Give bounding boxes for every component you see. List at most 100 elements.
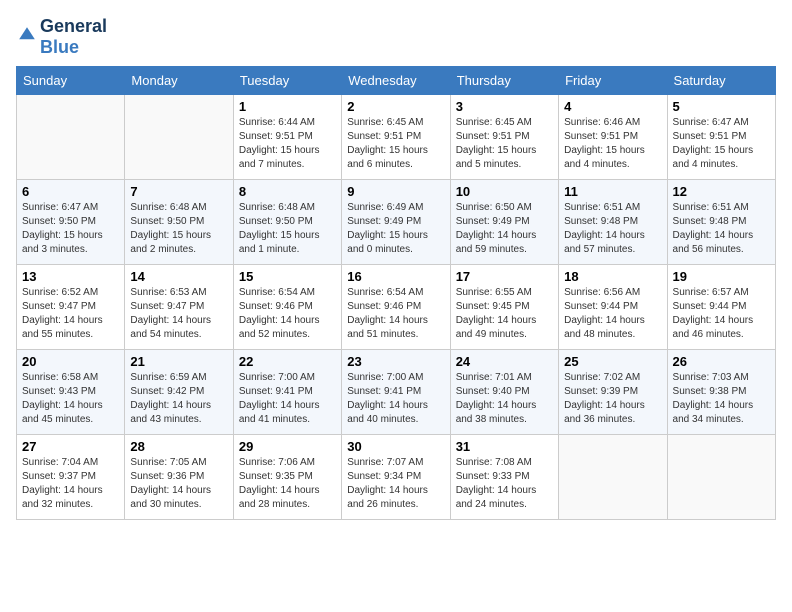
day-detail: Sunrise: 7:00 AM Sunset: 9:41 PM Dayligh…	[347, 371, 444, 427]
day-number: 17	[456, 269, 553, 284]
day-detail: Sunrise: 7:01 AM Sunset: 9:40 PM Dayligh…	[456, 371, 553, 427]
calendar-cell: 4 Sunrise: 6:46 AM Sunset: 9:51 PM Daylig…	[559, 95, 667, 180]
col-header-friday: Friday	[559, 67, 667, 95]
logo-line1: General	[40, 16, 107, 37]
calendar-week-1: 1 Sunrise: 6:44 AM Sunset: 9:51 PM Daylig…	[17, 95, 776, 180]
day-detail: Sunrise: 7:00 AM Sunset: 9:41 PM Dayligh…	[239, 371, 336, 427]
day-detail: Sunrise: 6:57 AM Sunset: 9:44 PM Dayligh…	[673, 286, 770, 342]
day-detail: Sunrise: 7:08 AM Sunset: 9:33 PM Dayligh…	[456, 456, 553, 512]
day-detail: Sunrise: 6:50 AM Sunset: 9:49 PM Dayligh…	[456, 201, 553, 257]
calendar-cell: 7 Sunrise: 6:48 AM Sunset: 9:50 PM Daylig…	[125, 180, 233, 265]
calendar-cell	[125, 95, 233, 180]
col-header-wednesday: Wednesday	[342, 67, 450, 95]
day-detail: Sunrise: 6:48 AM Sunset: 9:50 PM Dayligh…	[130, 201, 227, 257]
calendar-cell: 13 Sunrise: 6:52 AM Sunset: 9:47 PM Dayli…	[17, 265, 125, 350]
day-number: 29	[239, 439, 336, 454]
day-detail: Sunrise: 7:07 AM Sunset: 9:34 PM Dayligh…	[347, 456, 444, 512]
logo-line2: Blue	[40, 37, 107, 58]
day-detail: Sunrise: 6:56 AM Sunset: 9:44 PM Dayligh…	[564, 286, 661, 342]
calendar-week-3: 13 Sunrise: 6:52 AM Sunset: 9:47 PM Dayli…	[17, 265, 776, 350]
calendar-table: SundayMondayTuesdayWednesdayThursdayFrid…	[16, 66, 776, 520]
calendar-cell: 31 Sunrise: 7:08 AM Sunset: 9:33 PM Dayli…	[450, 435, 558, 520]
calendar-cell: 29 Sunrise: 7:06 AM Sunset: 9:35 PM Dayli…	[233, 435, 341, 520]
calendar-cell: 22Sunrise: 7:00 AM Sunset: 9:41 PM Dayli…	[233, 350, 341, 435]
day-number: 28	[130, 439, 227, 454]
calendar-cell: 21Sunrise: 6:59 AM Sunset: 9:42 PM Dayli…	[125, 350, 233, 435]
calendar-cell: 9 Sunrise: 6:49 AM Sunset: 9:49 PM Daylig…	[342, 180, 450, 265]
day-number: 23	[347, 354, 444, 369]
calendar-cell: 26Sunrise: 7:03 AM Sunset: 9:38 PM Dayli…	[667, 350, 775, 435]
day-detail: Sunrise: 7:06 AM Sunset: 9:35 PM Dayligh…	[239, 456, 336, 512]
col-header-thursday: Thursday	[450, 67, 558, 95]
day-detail: Sunrise: 7:05 AM Sunset: 9:36 PM Dayligh…	[130, 456, 227, 512]
calendar-cell	[17, 95, 125, 180]
day-detail: Sunrise: 6:47 AM Sunset: 9:50 PM Dayligh…	[22, 201, 119, 257]
calendar-week-5: 27 Sunrise: 7:04 AM Sunset: 9:37 PM Dayli…	[17, 435, 776, 520]
calendar-cell: 15Sunrise: 6:54 AM Sunset: 9:46 PM Dayli…	[233, 265, 341, 350]
day-number: 4	[564, 99, 661, 114]
day-number: 26	[673, 354, 770, 369]
calendar-cell: 25 Sunrise: 7:02 AM Sunset: 9:39 PM Dayli…	[559, 350, 667, 435]
day-detail: Sunrise: 6:49 AM Sunset: 9:49 PM Dayligh…	[347, 201, 444, 257]
day-number: 9	[347, 184, 444, 199]
day-number: 25	[564, 354, 661, 369]
day-number: 2	[347, 99, 444, 114]
day-detail: Sunrise: 6:45 AM Sunset: 9:51 PM Dayligh…	[456, 116, 553, 172]
day-number: 8	[239, 184, 336, 199]
day-detail: Sunrise: 7:04 AM Sunset: 9:37 PM Dayligh…	[22, 456, 119, 512]
day-detail: Sunrise: 6:45 AM Sunset: 9:51 PM Dayligh…	[347, 116, 444, 172]
day-detail: Sunrise: 6:47 AM Sunset: 9:51 PM Dayligh…	[673, 116, 770, 172]
day-detail: Sunrise: 6:55 AM Sunset: 9:45 PM Dayligh…	[456, 286, 553, 342]
day-detail: Sunrise: 6:59 AM Sunset: 9:42 PM Dayligh…	[130, 371, 227, 427]
day-number: 16	[347, 269, 444, 284]
calendar-cell: 16 Sunrise: 6:54 AM Sunset: 9:46 PM Dayli…	[342, 265, 450, 350]
calendar-cell: 5 Sunrise: 6:47 AM Sunset: 9:51 PM Daylig…	[667, 95, 775, 180]
calendar-cell: 18Sunrise: 6:56 AM Sunset: 9:44 PM Dayli…	[559, 265, 667, 350]
calendar-cell: 14 Sunrise: 6:53 AM Sunset: 9:47 PM Dayli…	[125, 265, 233, 350]
calendar-cell: 24 Sunrise: 7:01 AM Sunset: 9:40 PM Dayli…	[450, 350, 558, 435]
calendar-cell: 23 Sunrise: 7:00 AM Sunset: 9:41 PM Dayli…	[342, 350, 450, 435]
day-number: 31	[456, 439, 553, 454]
day-number: 27	[22, 439, 119, 454]
day-number: 6	[22, 184, 119, 199]
day-number: 10	[456, 184, 553, 199]
calendar-cell: 6 Sunrise: 6:47 AM Sunset: 9:50 PM Daylig…	[17, 180, 125, 265]
day-detail: Sunrise: 6:46 AM Sunset: 9:51 PM Dayligh…	[564, 116, 661, 172]
calendar-cell: 8 Sunrise: 6:48 AM Sunset: 9:50 PM Daylig…	[233, 180, 341, 265]
day-detail: Sunrise: 7:02 AM Sunset: 9:39 PM Dayligh…	[564, 371, 661, 427]
day-number: 11	[564, 184, 661, 199]
calendar-cell: 30 Sunrise: 7:07 AM Sunset: 9:34 PM Dayli…	[342, 435, 450, 520]
day-number: 1	[239, 99, 336, 114]
day-detail: Sunrise: 6:58 AM Sunset: 9:43 PM Dayligh…	[22, 371, 119, 427]
day-detail: Sunrise: 6:44 AM Sunset: 9:51 PM Dayligh…	[239, 116, 336, 172]
page-header: General Blue	[16, 16, 776, 58]
calendar-cell: 28 Sunrise: 7:05 AM Sunset: 9:36 PM Dayli…	[125, 435, 233, 520]
col-header-monday: Monday	[125, 67, 233, 95]
col-header-sunday: Sunday	[17, 67, 125, 95]
day-detail: Sunrise: 6:53 AM Sunset: 9:47 PM Dayligh…	[130, 286, 227, 342]
calendar-cell: 17 Sunrise: 6:55 AM Sunset: 9:45 PM Dayli…	[450, 265, 558, 350]
day-detail: Sunrise: 6:54 AM Sunset: 9:46 PM Dayligh…	[347, 286, 444, 342]
day-number: 7	[130, 184, 227, 199]
day-number: 24	[456, 354, 553, 369]
calendar-cell	[667, 435, 775, 520]
day-number: 30	[347, 439, 444, 454]
calendar-cell: 11Sunrise: 6:51 AM Sunset: 9:48 PM Dayli…	[559, 180, 667, 265]
calendar-cell	[559, 435, 667, 520]
day-number: 5	[673, 99, 770, 114]
calendar-cell: 12Sunrise: 6:51 AM Sunset: 9:48 PM Dayli…	[667, 180, 775, 265]
day-detail: Sunrise: 6:51 AM Sunset: 9:48 PM Dayligh…	[673, 201, 770, 257]
logo-icon	[18, 26, 36, 44]
day-number: 13	[22, 269, 119, 284]
calendar-cell: 19Sunrise: 6:57 AM Sunset: 9:44 PM Dayli…	[667, 265, 775, 350]
col-header-tuesday: Tuesday	[233, 67, 341, 95]
calendar-cell: 1 Sunrise: 6:44 AM Sunset: 9:51 PM Daylig…	[233, 95, 341, 180]
calendar-cell: 2 Sunrise: 6:45 AM Sunset: 9:51 PM Daylig…	[342, 95, 450, 180]
day-number: 3	[456, 99, 553, 114]
header-row: SundayMondayTuesdayWednesdayThursdayFrid…	[17, 67, 776, 95]
day-detail: Sunrise: 6:52 AM Sunset: 9:47 PM Dayligh…	[22, 286, 119, 342]
day-detail: Sunrise: 6:48 AM Sunset: 9:50 PM Dayligh…	[239, 201, 336, 257]
day-number: 14	[130, 269, 227, 284]
day-number: 15	[239, 269, 336, 284]
col-header-saturday: Saturday	[667, 67, 775, 95]
